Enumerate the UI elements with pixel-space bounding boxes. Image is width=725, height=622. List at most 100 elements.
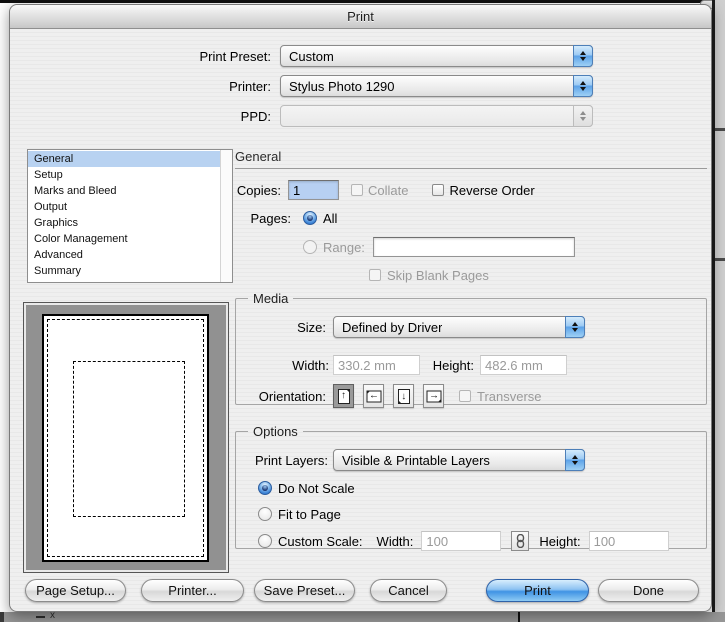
background-guide-line: [518, 612, 520, 622]
sidebar-item-summary[interactable]: Summary: [28, 263, 220, 279]
printer-popup[interactable]: Stylus Photo 1290: [280, 75, 593, 97]
pages-range-radio: [303, 240, 317, 254]
print-layers-label: Print Layers:: [236, 453, 333, 468]
page-preview: [23, 302, 229, 573]
media-height-label: Height:: [424, 358, 480, 373]
ppd-row: PPD:: [10, 105, 711, 127]
options-group-title: Options: [248, 424, 303, 439]
media-group-title: Media: [248, 291, 293, 306]
popup-stepper-icon: [565, 316, 585, 338]
pages-row: Pages: All: [235, 208, 707, 228]
constrain-proportions-button[interactable]: [511, 531, 529, 551]
custom-scale-radio[interactable]: [258, 534, 272, 548]
printer-button[interactable]: Printer...: [141, 579, 244, 602]
printer-label: Printer:: [10, 79, 280, 94]
pages-label: Pages:: [235, 211, 291, 226]
pages-all-label: All: [323, 211, 337, 226]
orientation-portrait-button[interactable]: ↑: [333, 384, 354, 408]
transverse-label: Transverse: [477, 389, 542, 404]
save-preset-button[interactable]: Save Preset...: [254, 579, 355, 602]
list-scrollbar[interactable]: [220, 150, 232, 282]
print-layers-popup[interactable]: Visible & Printable Layers: [333, 449, 585, 471]
panel-title: General: [235, 149, 707, 164]
screen: x Print Print Preset: Custom Printer: St…: [0, 0, 725, 622]
fit-to-page-radio[interactable]: [258, 507, 272, 521]
size-popup[interactable]: Defined by Driver: [333, 316, 585, 338]
options-group: Options Print Layers: Visible & Printabl…: [235, 424, 707, 549]
cancel-button[interactable]: Cancel: [370, 579, 447, 602]
do-not-scale-radio[interactable]: [258, 481, 272, 495]
media-dimensions-row: Width: Height:: [236, 354, 706, 376]
custom-height-input: [589, 531, 669, 551]
dialog-title: Print: [347, 9, 374, 24]
popup-stepper-icon: [573, 75, 593, 97]
copies-row: Copies: Collate Reverse Order: [235, 179, 707, 201]
media-width-input: [333, 355, 420, 375]
sidebar-item-output[interactable]: Output: [28, 199, 220, 215]
dialog-footer: Page Setup... Printer... Save Preset... …: [10, 579, 713, 605]
sidebar-item-marks-and-bleed[interactable]: Marks and Bleed: [28, 183, 220, 199]
sidebar-item-graphics[interactable]: Graphics: [28, 215, 220, 231]
palette-divider: [715, 128, 725, 131]
copies-input[interactable]: [288, 180, 339, 200]
pages-all-radio[interactable]: [303, 211, 317, 225]
print-preset-value: Custom: [281, 49, 334, 64]
do-not-scale-row: Do Not Scale: [236, 479, 706, 497]
orientation-landscape-right-button[interactable]: ↑: [423, 384, 444, 408]
popup-stepper-icon: [573, 105, 593, 127]
general-panel: General Copies: Collate Reverse Order Pa…: [235, 149, 707, 283]
print-dialog: Print Print Preset: Custom Printer: Styl…: [9, 4, 712, 612]
skip-blank-row: Skip Blank Pages: [235, 267, 707, 283]
fit-to-page-row: Fit to Page: [236, 505, 706, 523]
print-preset-popup[interactable]: Custom: [280, 45, 593, 67]
fit-to-page-label: Fit to Page: [278, 507, 341, 522]
custom-scale-label: Custom Scale:: [278, 534, 363, 549]
sidebar-item-setup[interactable]: Setup: [28, 167, 220, 183]
orientation-row: Orientation: ↑ ↑ ↑ ↑ Transverse: [236, 385, 706, 407]
preview-document-rect: [73, 361, 185, 517]
custom-width-input: [421, 531, 501, 551]
skip-blank-pages-checkbox: [369, 269, 381, 281]
orientation-portrait-reverse-button[interactable]: ↑: [393, 384, 414, 408]
print-preset-label: Print Preset:: [10, 49, 280, 64]
page-up-icon: ↑: [338, 389, 350, 404]
background-notch: [0, 612, 4, 622]
panels-list: General Setup Marks and Bleed Output Gra…: [27, 149, 233, 283]
media-width-label: Width:: [236, 358, 333, 373]
custom-scale-row: Custom Scale: Width: Height:: [236, 530, 706, 552]
dialog-titlebar[interactable]: Print: [10, 5, 711, 29]
print-layers-row: Print Layers: Visible & Printable Layers: [236, 449, 706, 471]
sidebar-item-general[interactable]: General: [28, 151, 220, 167]
palette-divider: [715, 258, 725, 261]
custom-height-label: Height:: [539, 534, 580, 549]
media-size-row: Size: Defined by Driver: [236, 316, 706, 338]
skip-blank-pages-label: Skip Blank Pages: [387, 268, 489, 283]
reverse-order-checkbox[interactable]: [432, 184, 444, 196]
sidebar-item-color-management[interactable]: Color Management: [28, 231, 220, 247]
range-row: Range:: [235, 236, 707, 258]
range-label: Range:: [323, 240, 365, 255]
printer-row: Printer: Stylus Photo 1290: [10, 75, 711, 97]
collate-checkbox: [351, 184, 363, 196]
background-document-strip: x: [0, 612, 725, 622]
orientation-label: Orientation:: [236, 389, 333, 404]
background-palette-strip: [712, 0, 725, 622]
preset-form: Print Preset: Custom Printer: Stylus Pho…: [10, 45, 711, 135]
custom-width-label: Width:: [377, 534, 414, 549]
ppd-label: PPD:: [10, 109, 280, 124]
range-input[interactable]: [373, 237, 575, 257]
preview-paper: [42, 314, 209, 562]
size-label: Size:: [236, 320, 333, 335]
sidebar-item-advanced[interactable]: Advanced: [28, 247, 220, 263]
print-button[interactable]: Print: [486, 579, 589, 602]
page-setup-button[interactable]: Page Setup...: [25, 579, 126, 602]
background-dash-mark: [36, 616, 45, 618]
media-height-input: [480, 355, 567, 375]
page-down-icon: ↑: [398, 389, 410, 404]
done-button[interactable]: Done: [598, 579, 699, 602]
reverse-order-label: Reverse Order: [449, 183, 534, 198]
orientation-landscape-left-button[interactable]: ↑: [363, 384, 384, 408]
chain-link-icon: [516, 534, 525, 548]
page-left-icon: ↑: [366, 390, 381, 402]
collate-label: Collate: [368, 183, 408, 198]
